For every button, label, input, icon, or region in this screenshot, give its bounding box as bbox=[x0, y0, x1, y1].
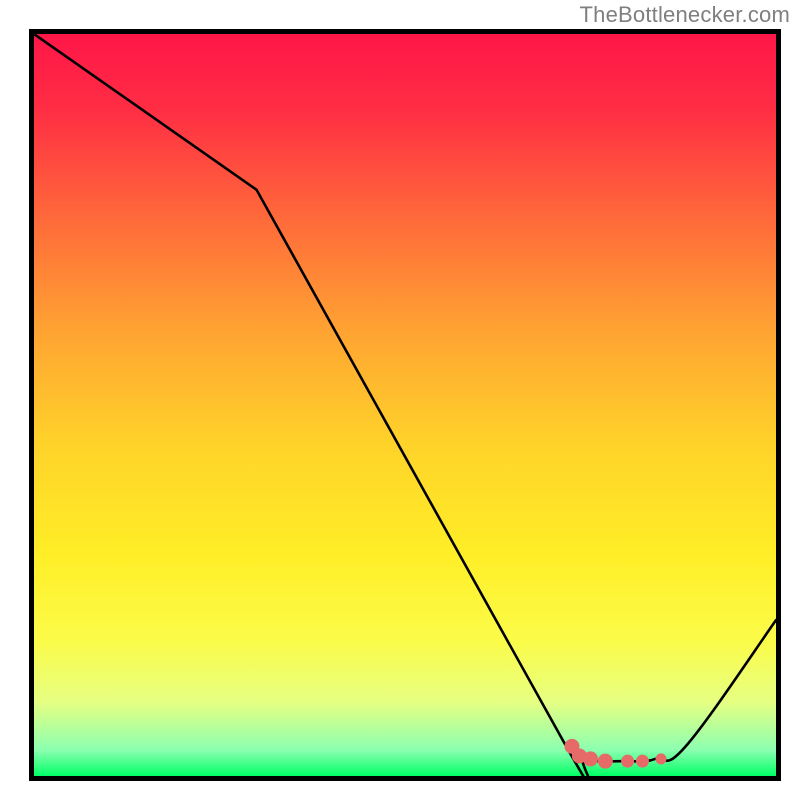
chart-container: TheBottlenecker.com bbox=[0, 0, 800, 800]
gradient-background bbox=[34, 34, 776, 776]
plot-svg bbox=[34, 34, 776, 776]
optimal-marker bbox=[636, 755, 649, 768]
plot-frame bbox=[29, 29, 781, 781]
optimal-marker bbox=[621, 755, 634, 768]
optimal-marker bbox=[598, 754, 613, 769]
attribution-text: TheBottlenecker.com bbox=[580, 2, 790, 28]
optimal-marker bbox=[583, 751, 598, 766]
optimal-marker bbox=[655, 753, 666, 764]
